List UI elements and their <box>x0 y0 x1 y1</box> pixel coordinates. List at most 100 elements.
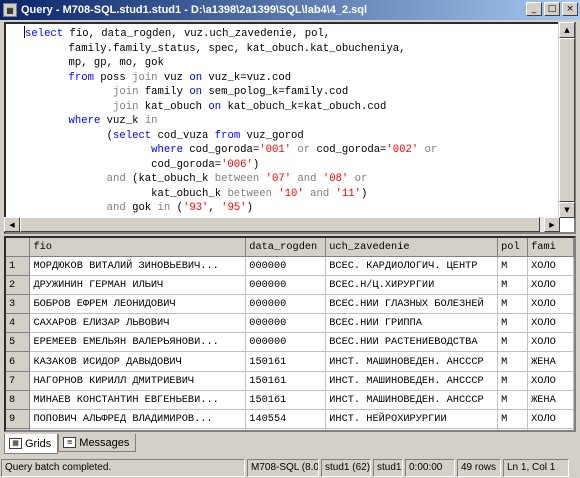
horizontal-scroll-thumb[interactable] <box>20 217 540 232</box>
grid-cell[interactable]: ДРУЖИНИН ГЕРМАН ИЛЬИЧ <box>29 275 247 295</box>
grid-cell[interactable]: М <box>497 371 529 391</box>
column-header-uch_zavedenie[interactable]: uch_zavedenie <box>325 238 499 257</box>
grid-cell[interactable]: ХОЛО <box>527 371 574 391</box>
editor-vertical-scrollbar[interactable]: ▲ ▼ <box>558 22 575 218</box>
row-number[interactable]: 1 <box>6 256 31 276</box>
table-row[interactable]: 3 БОБРОВ ЕФРЕМ ЛЕОНИДОВИЧ 000000 ВСЕС.НИИ Г… <box>6 294 574 315</box>
grid-cell[interactable]: ХОЛО <box>527 428 574 430</box>
grid-cell[interactable]: НАГОРНОВ КИРИЛЛ ДМИТРИЕВИЧ <box>29 371 247 391</box>
grid-cell[interactable]: МАСЛОВ АНАТОЛИЙ ВЛАДЛЕНОВИ... <box>29 428 247 430</box>
grid-cell[interactable]: КАЗАКОВ ИСИДОР ДАВЫДОВИЧ <box>29 351 247 372</box>
grid-cell[interactable]: 000000 <box>245 313 327 334</box>
table-row[interactable]: 2 ДРУЖИНИН ГЕРМАН ИЛЬИЧ 000000 ВСЕС.Н/Ц.ХИР… <box>6 275 574 295</box>
row-number-header[interactable] <box>6 238 31 257</box>
maximize-button[interactable]: □ <box>544 2 560 16</box>
row-number[interactable]: 5 <box>6 332 31 353</box>
grid-cell[interactable]: 150161 <box>245 390 327 411</box>
grid-cell[interactable]: ВСЕС.НИИ ГЛАЗНЫХ БОЛЕЗНЕЙ <box>325 294 499 315</box>
table-row[interactable]: 4 САХАРОВ ЕЛИЗАР ЛЬВОВИЧ 000000 ВСЕС.НИИ ГР… <box>6 313 574 334</box>
grid-cell[interactable]: БОБРОВ ЕФРЕМ ЛЕОНИДОВИЧ <box>29 294 247 315</box>
grid-cell[interactable]: ИНСТ. НЕЙРОХИРУРГИИ <box>325 409 499 430</box>
grid-cell[interactable]: ХОЛО <box>527 409 574 430</box>
editor-horizontal-scrollbar[interactable]: ◀ ▶ <box>4 217 560 232</box>
grid-cell[interactable]: М <box>497 428 529 430</box>
scroll-down-arrow-icon[interactable]: ▼ <box>559 202 575 218</box>
grid-cell[interactable]: ИНСТ. МАШИНОВЕДЕН. АНСССР <box>325 351 499 372</box>
vertical-scroll-thumb[interactable] <box>559 38 575 202</box>
grid-cell[interactable]: ЖЕНА <box>527 351 574 372</box>
grid-cell[interactable]: ВСЕС.НИИ ГРИППА <box>325 313 499 334</box>
row-number[interactable]: 10 <box>6 428 31 430</box>
code-line[interactable]: (select cod_vuza from vuz_gorod <box>24 129 437 144</box>
grid-cell[interactable]: 150161 <box>245 351 327 372</box>
column-header-fami[interactable]: fami <box>527 238 574 257</box>
sql-code[interactable]: select fio, data_rogden, vuz.uch_zaveden… <box>24 26 437 230</box>
table-row[interactable]: 7 НАГОРНОВ КИРИЛЛ ДМИТРИЕВИЧ 150161 ИНСТ. М… <box>6 371 574 391</box>
column-header-fio[interactable]: fio <box>29 238 247 257</box>
grid-cell[interactable]: 000000 <box>245 332 327 353</box>
grid-cell[interactable]: М <box>497 294 529 315</box>
grid-cell[interactable]: САХАРОВ ЕЛИЗАР ЛЬВОВИЧ <box>29 313 247 334</box>
row-number[interactable]: 8 <box>6 390 31 411</box>
table-row[interactable]: 6 КАЗАКОВ ИСИДОР ДАВЫДОВИЧ 150161 ИНСТ. МАШ… <box>6 351 574 372</box>
code-line[interactable]: kat_obuch_k between '10' and '11') <box>24 187 437 202</box>
grid-cell[interactable]: ИНСТ. НЕЙРОХИРУРГИИ <box>325 428 499 430</box>
grid-cell[interactable]: ХОЛО <box>527 275 574 295</box>
grid-cell[interactable]: М <box>497 332 529 353</box>
grid-cell[interactable]: 140554 <box>245 409 327 430</box>
tab-messages[interactable]: ≡ Messages <box>58 434 137 452</box>
grid-cell[interactable]: ЖЕНА <box>527 390 574 411</box>
tab-grids[interactable]: ▦ Grids <box>4 434 59 454</box>
grid-cell[interactable]: ВСЕС.Н/Ц.ХИРУРГИИ <box>325 275 499 295</box>
code-line[interactable]: where cod_goroda='001' or cod_goroda='00… <box>24 143 437 158</box>
grid-cell[interactable]: ХОЛО <box>527 313 574 334</box>
grid-cell[interactable]: 000000 <box>245 256 327 276</box>
grid-cell[interactable]: МИНАЕВ КОНСТАНТИН ЕВГЕНЬЕВИ... <box>29 390 247 411</box>
grid-cell[interactable]: ИНСТ. МАШИНОВЕДЕН. АНСССР <box>325 371 499 391</box>
grid-cell[interactable]: ИНСТ. МАШИНОВЕДЕН. АНСССР <box>325 390 499 411</box>
grid-cell[interactable]: 000057 <box>245 428 327 430</box>
table-row[interactable]: 1 МОРДЮКОВ ВИТАЛИЙ ЗИНОВЬЕВИЧ... 000000 ВСЕ… <box>6 256 574 276</box>
code-line[interactable]: mp, gp, mo, gok <box>24 56 437 71</box>
table-row[interactable]: 5 ЕРЕМЕЕВ ЕМЕЛЬЯН ВАЛЕРЬЯНОВИ... 000000 ВСЕ… <box>6 332 574 353</box>
close-button[interactable]: × <box>562 2 578 16</box>
code-line[interactable]: from poss join vuz on vuz_k=vuz.cod <box>24 71 437 86</box>
code-line[interactable]: select fio, data_rogden, vuz.uch_zaveden… <box>24 26 437 42</box>
grid-cell[interactable]: М <box>497 313 529 334</box>
grid-cell[interactable]: ХОЛО <box>527 332 574 353</box>
results-grid[interactable]: fio data_rogden uch_zavedenie pol fami 1 МОРД… <box>4 236 576 432</box>
row-number[interactable]: 2 <box>6 275 31 295</box>
row-number[interactable]: 7 <box>6 371 31 391</box>
grid-cell[interactable]: ВСЕС.НИИ РАСТЕНИЕВОДСТВА <box>325 332 499 353</box>
table-row[interactable]: 8 МИНАЕВ КОНСТАНТИН ЕВГЕНЬЕВИ... 150161 ИНС… <box>6 390 574 411</box>
minimize-button[interactable]: _ <box>526 2 542 16</box>
grid-cell[interactable]: 000000 <box>245 275 327 295</box>
grid-cell[interactable]: 150161 <box>245 371 327 391</box>
grid-cell[interactable]: ПОПОВИЧ АЛЬФРЕД ВЛАДИМИРОВ... <box>29 409 247 430</box>
scroll-right-arrow-icon[interactable]: ▶ <box>544 217 560 232</box>
sql-editor[interactable]: select fio, data_rogden, vuz.uch_zaveden… <box>4 22 576 234</box>
table-row[interactable]: 10МАСЛОВ АНАТОЛИЙ ВЛАДЛЕНОВИ...000057ИНС… <box>6 428 574 430</box>
grid-cell[interactable]: М <box>497 409 529 430</box>
grid-cell[interactable]: ХОЛО <box>527 256 574 276</box>
grid-cell[interactable]: М <box>497 256 529 276</box>
table-row[interactable]: 9 ПОПОВИЧ АЛЬФРЕД ВЛАДИМИРОВ... 140554 ИНСТ… <box>6 409 574 430</box>
row-number[interactable]: 6 <box>6 351 31 372</box>
column-header-data_rogden[interactable]: data_rogden <box>245 238 327 257</box>
scroll-left-arrow-icon[interactable]: ◀ <box>4 217 20 232</box>
code-line[interactable]: and gok in ('93', '95') <box>24 201 437 216</box>
code-line[interactable]: join family on sem_polog_k=family.cod <box>24 85 437 100</box>
grid-cell[interactable]: ВСЕС. КАРДИОЛОГИЧ. ЦЕНТР <box>325 256 499 276</box>
row-number[interactable]: 3 <box>6 294 31 315</box>
grid-cell[interactable]: ХОЛО <box>527 294 574 315</box>
code-line[interactable]: family.family_status, spec, kat_obuch.ka… <box>24 42 437 57</box>
grid-cell[interactable]: М <box>497 390 529 411</box>
row-number[interactable]: 4 <box>6 313 31 334</box>
grid-cell[interactable]: ЕРЕМЕЕВ ЕМЕЛЬЯН ВАЛЕРЬЯНОВИ... <box>29 332 247 353</box>
code-line[interactable]: join kat_obuch on kat_obuch_k=kat_obuch.… <box>24 100 437 115</box>
grid-cell[interactable]: 000000 <box>245 294 327 315</box>
grid-cell[interactable]: М <box>497 351 529 372</box>
grid-cell[interactable]: М <box>497 275 529 295</box>
column-header-pol[interactable]: pol <box>497 238 529 257</box>
row-number[interactable]: 9 <box>6 409 31 430</box>
